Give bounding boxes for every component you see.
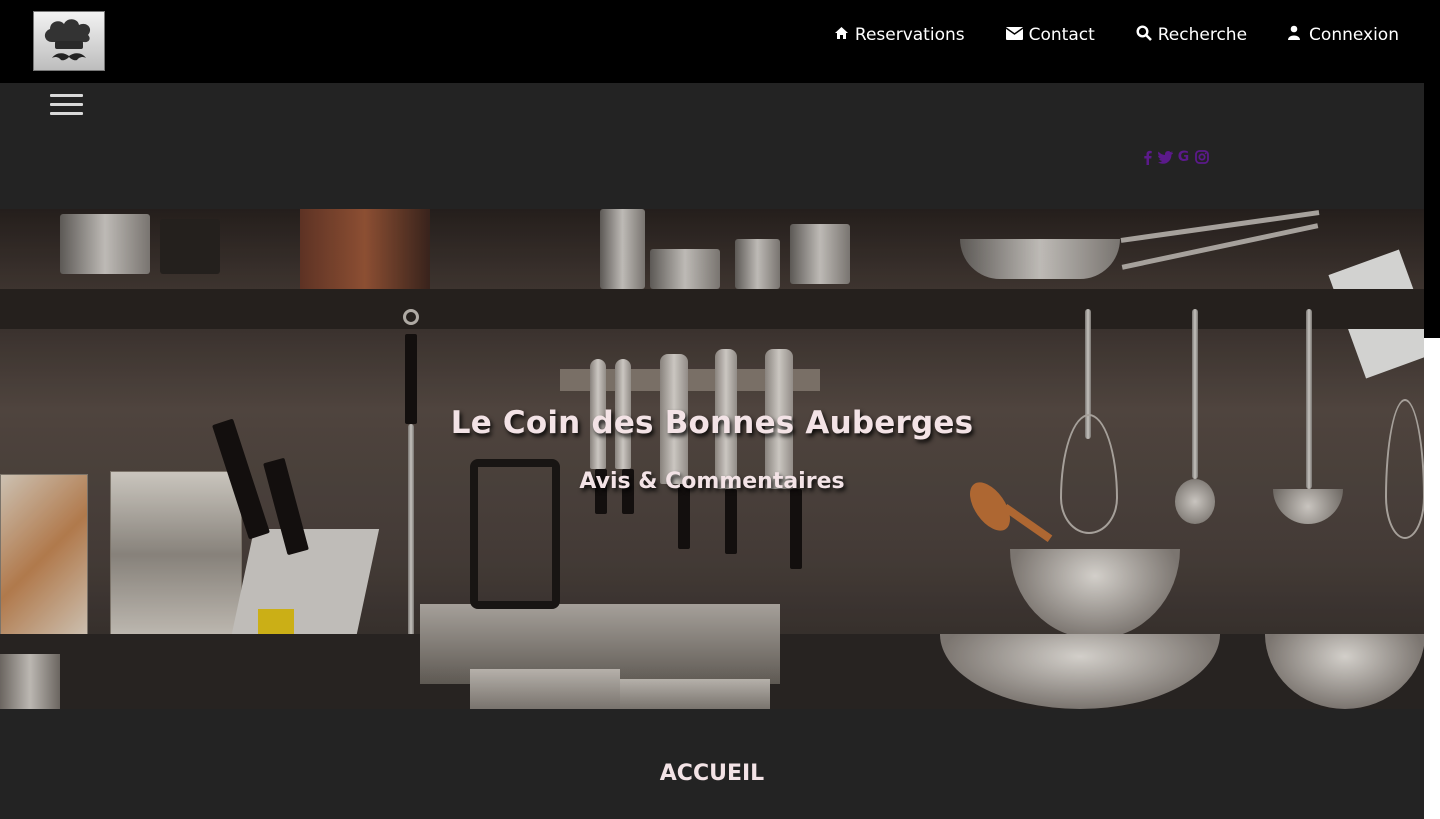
page-edge-strip [1424, 83, 1440, 338]
section-title: ACCUEIL [659, 761, 765, 786]
home-icon [834, 25, 849, 45]
hamburger-menu-icon[interactable] [50, 94, 83, 116]
hero-subtitle: Avis & Commentaires [579, 469, 845, 494]
nav-recherche-label: Recherche [1157, 25, 1248, 45]
hero-title: Le Coin des Bonnes Auberges [450, 405, 974, 441]
top-navbar: Reservations Contact Recherche Connexion [0, 0, 1440, 83]
google-icon[interactable]: G [1176, 149, 1191, 165]
nav-reservations-label: Reservations [854, 25, 965, 45]
nav-contact-label: Contact [1028, 25, 1095, 45]
home-section: ACCUEIL [0, 709, 1424, 819]
search-icon [1136, 24, 1152, 46]
nav-contact[interactable]: Contact [1005, 25, 1095, 45]
social-links: G [1140, 149, 1209, 165]
envelope-icon [1005, 25, 1024, 45]
facebook-icon[interactable] [1140, 149, 1155, 165]
chef-hat-icon [44, 19, 91, 61]
main-nav: Reservations Contact Recherche Connexion [834, 0, 1440, 70]
nav-reservations[interactable]: Reservations [834, 25, 965, 45]
nav-connexion-label: Connexion [1309, 25, 1399, 45]
secondary-band: G [0, 83, 1424, 209]
user-icon [1288, 25, 1301, 45]
nav-recherche[interactable]: Recherche [1136, 24, 1248, 46]
instagram-icon[interactable] [1194, 149, 1209, 165]
twitter-icon[interactable] [1158, 149, 1173, 165]
site-logo[interactable] [33, 11, 105, 71]
hero-banner: Le Coin des Bonnes Auberges Avis & Comme… [0, 209, 1424, 709]
nav-connexion[interactable]: Connexion [1288, 25, 1399, 45]
